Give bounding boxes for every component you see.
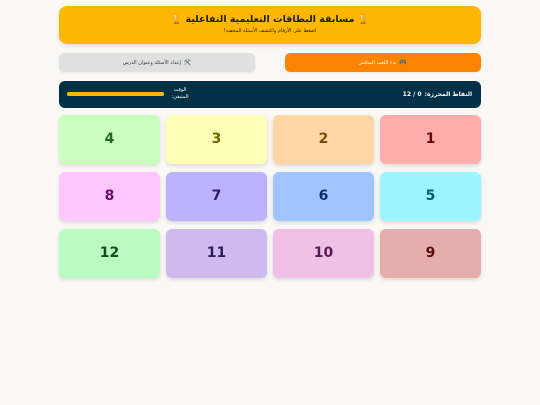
trophy-icon: 🏆 — [171, 15, 183, 25]
card-6[interactable]: 6 — [273, 172, 374, 221]
time-progress-fill — [67, 92, 164, 96]
card-4[interactable]: 4 — [59, 115, 160, 164]
card-10[interactable]: 10 — [273, 229, 374, 278]
gamepad-icon: 🎮 — [399, 59, 407, 66]
page-title: 🏆مسابقة البطاقات التعليمية التفاعلية🏆 — [59, 14, 481, 26]
card-12[interactable]: 12 — [59, 229, 160, 278]
quiz-header: 🏆مسابقة البطاقات التعليمية التفاعلية🏆 اض… — [59, 6, 481, 44]
card-1[interactable]: 1 — [380, 115, 481, 164]
page-subtitle: اضغط على الأرقام واكتشف الأسئلة المخفية! — [223, 28, 317, 34]
card-9[interactable]: 9 — [380, 229, 481, 278]
score-label: النقاط المحرزة: — [424, 91, 472, 98]
start-play-label: بدء اللعب المباشر — [359, 60, 397, 66]
card-5[interactable]: 5 — [380, 172, 481, 221]
card-11[interactable]: 11 — [166, 229, 267, 278]
card-2[interactable]: 2 — [273, 115, 374, 164]
time-remaining-label: الوقت المتبقي: — [171, 87, 189, 100]
card-7[interactable]: 7 — [166, 172, 267, 221]
card-3[interactable]: 3 — [166, 115, 267, 164]
score-display: النقاط المحرزة:0 / 12 — [403, 81, 472, 108]
score-value: 0 / 12 — [402, 91, 422, 98]
time-progress-bar — [67, 92, 164, 96]
tools-icon: 🛠️ — [183, 59, 192, 66]
trophy-icon: 🏆 — [357, 15, 369, 25]
status-bar: النقاط المحرزة:0 / 12 الوقت المتبقي: — [59, 81, 481, 108]
setup-questions-label: إعداد الأسئلة وعنوان الدرس — [122, 60, 181, 66]
setup-questions-button[interactable]: 🛠️إعداد الأسئلة وعنوان الدرس — [59, 53, 255, 72]
card-8[interactable]: 8 — [59, 172, 160, 221]
start-play-button[interactable]: 🎮بدء اللعب المباشر — [285, 53, 481, 72]
title-text: مسابقة البطاقات التعليمية التفاعلية — [185, 14, 355, 25]
